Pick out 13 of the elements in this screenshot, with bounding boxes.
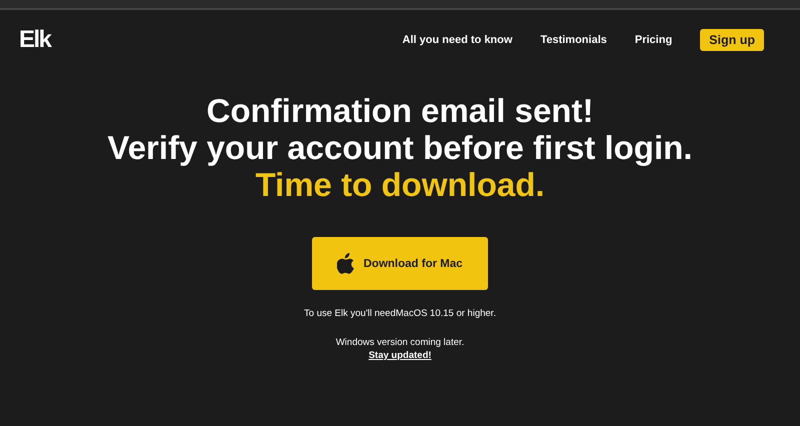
- logo[interactable]: Elk: [19, 26, 51, 54]
- sign-up-button[interactable]: Sign up: [700, 29, 764, 51]
- download-button[interactable]: Download for Mac: [312, 237, 488, 290]
- requirement-text: To use Elk you'll needMacOS 10.15 or higher.: [304, 308, 496, 319]
- headline: Verify your account before first login.: [108, 129, 692, 166]
- headline: Confirmation email sent!: [206, 92, 594, 129]
- apple-icon: [337, 253, 356, 274]
- nav-link[interactable]: Testimonials: [540, 34, 607, 46]
- windows-note: Windows version coming later.: [336, 337, 464, 348]
- headline-highlight: Time to download.: [255, 166, 545, 203]
- nav-link[interactable]: Pricing: [634, 34, 672, 46]
- stay-updated-link[interactable]: Stay updated!: [368, 350, 432, 361]
- nav-link[interactable]: All you need to know: [402, 34, 512, 46]
